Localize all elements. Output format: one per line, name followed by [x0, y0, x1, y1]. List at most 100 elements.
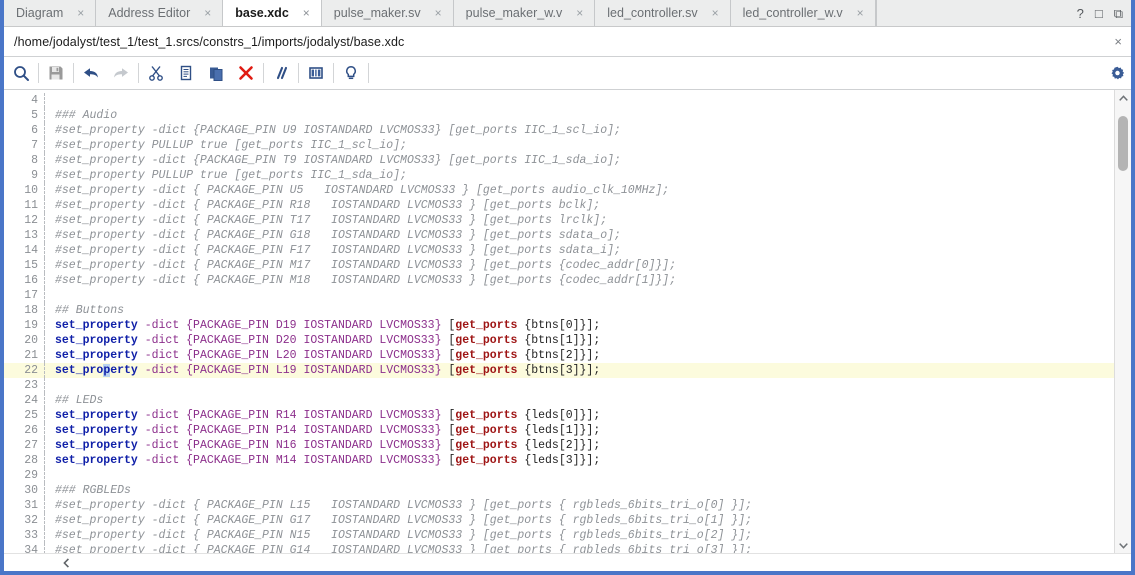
editor-tab-close-icon[interactable]: ×	[202, 7, 213, 19]
columns-icon[interactable]	[301, 59, 331, 87]
horizontal-scroll-track[interactable]	[74, 555, 1131, 571]
code-line[interactable]: 20 set_property -dict {PACKAGE_PIN D20 IO…	[4, 333, 1114, 348]
vertical-scrollbar[interactable]	[1114, 90, 1131, 553]
gutter-divider	[44, 438, 46, 453]
code-line[interactable]: 15#set_property -dict { PACKAGE_PIN M17 …	[4, 258, 1114, 273]
gutter-divider	[44, 198, 46, 213]
code-line[interactable]: 25set_property -dict {PACKAGE_PIN R14 IO…	[4, 408, 1114, 423]
gutter-divider	[44, 453, 46, 468]
editor-tab-base-xdc[interactable]: base.xdc×	[222, 0, 322, 26]
float-button[interactable]: ⧉	[1114, 7, 1123, 20]
code-line-content: set_property -dict {PACKAGE_PIN D20 IOST…	[55, 333, 600, 348]
delete-icon[interactable]	[231, 59, 261, 87]
code-line[interactable]: 7#set_property PULLUP true [get_ports II…	[4, 138, 1114, 153]
line-number: 30	[4, 483, 44, 498]
editor-tab-diagram[interactable]: Diagram×	[4, 0, 96, 26]
editor-tab-close-icon[interactable]: ×	[855, 7, 866, 19]
editor-tab-label: pulse_maker.sv	[334, 6, 421, 20]
undo-icon[interactable]	[76, 59, 106, 87]
maximize-button[interactable]: □	[1095, 7, 1103, 20]
toolbar-separator	[38, 63, 39, 83]
line-number: 23	[4, 378, 44, 393]
code-line[interactable]: 11#set_property -dict { PACKAGE_PIN R18 …	[4, 198, 1114, 213]
code-token: {leds[0]}];	[517, 409, 600, 422]
horizontal-scrollbar[interactable]	[4, 553, 1131, 571]
code-line[interactable]: 28set_property -dict {PACKAGE_PIN M14 IO…	[4, 453, 1114, 468]
editor-tab-close-icon[interactable]: ×	[75, 7, 86, 19]
code-token: [	[441, 424, 455, 437]
code-line[interactable]: 13#set_property -dict { PACKAGE_PIN G18 …	[4, 228, 1114, 243]
code-line[interactable]: 29	[4, 468, 1114, 483]
window-accent-rail-left	[0, 0, 4, 575]
code-line[interactable]: 14#set_property -dict { PACKAGE_PIN F17 …	[4, 243, 1114, 258]
vertical-scroll-thumb[interactable]	[1118, 116, 1128, 171]
code-token: -dict {PACKAGE_PIN M14 IOSTANDARD LVCMOS…	[138, 454, 442, 467]
code-line[interactable]: 26set_property -dict {PACKAGE_PIN P14 IO…	[4, 423, 1114, 438]
copy-icon[interactable]	[171, 59, 201, 87]
line-number: 25	[4, 408, 44, 423]
code-token: set_property	[55, 334, 138, 347]
code-token: #set_property PULLUP true [get_ports IIC…	[55, 139, 407, 152]
code-viewport[interactable]: 45### Audio6#set_property -dict {PACKAGE…	[4, 90, 1114, 553]
paste-icon[interactable]	[201, 59, 231, 87]
code-line[interactable]: 4	[4, 93, 1114, 108]
gutter-divider	[44, 228, 46, 243]
code-line[interactable]: 10#set_property -dict { PACKAGE_PIN U5 I…	[4, 183, 1114, 198]
file-path-bar: /home/jodalyst/test_1/test_1.srcs/constr…	[0, 27, 1135, 57]
code-line-content: #set_property -dict { PACKAGE_PIN M18 IO…	[55, 273, 676, 288]
hint-icon[interactable]	[336, 59, 366, 87]
code-line[interactable]: 18## Buttons	[4, 303, 1114, 318]
code-line[interactable]: 12#set_property -dict { PACKAGE_PIN T17 …	[4, 213, 1114, 228]
code-line[interactable]: 22set_property -dict {PACKAGE_PIN L19 IO…	[4, 363, 1114, 378]
redo-icon[interactable]	[106, 59, 136, 87]
gutter-divider	[44, 258, 46, 273]
code-line[interactable]: 30### RGBLEDs	[4, 483, 1114, 498]
code-line[interactable]: 5### Audio	[4, 108, 1114, 123]
code-line[interactable]: 33#set_property -dict { PACKAGE_PIN N15 …	[4, 528, 1114, 543]
gutter-divider	[44, 273, 46, 288]
help-button[interactable]: ?	[1077, 7, 1084, 20]
code-line[interactable]: 34#set_property -dict { PACKAGE_PIN G14 …	[4, 543, 1114, 553]
line-number: 29	[4, 468, 44, 483]
editor-tab-label: Address Editor	[108, 6, 190, 20]
code-text[interactable]: 45### Audio6#set_property -dict {PACKAGE…	[4, 90, 1114, 553]
code-line[interactable]: 16#set_property -dict { PACKAGE_PIN M18 …	[4, 273, 1114, 288]
code-line[interactable]: 9#set_property PULLUP true [get_ports II…	[4, 168, 1114, 183]
editor-tab-address-editor[interactable]: Address Editor ×	[96, 0, 223, 26]
scroll-left-arrow-icon[interactable]	[58, 555, 74, 571]
editor-tab-close-icon[interactable]: ×	[710, 7, 721, 19]
save-icon[interactable]	[41, 59, 71, 87]
code-line[interactable]: 27set_property -dict {PACKAGE_PIN N16 IO…	[4, 438, 1114, 453]
code-token: {leds[1]}];	[517, 424, 600, 437]
editor-tab-pulse-maker-w-v[interactable]: pulse_maker_w.v×	[454, 0, 596, 26]
code-line[interactable]: 31#set_property -dict { PACKAGE_PIN L15 …	[4, 498, 1114, 513]
scroll-down-arrow-icon[interactable]	[1115, 537, 1131, 553]
line-number: 20	[4, 333, 44, 348]
code-line[interactable]: 6#set_property -dict {PACKAGE_PIN U9 IOS…	[4, 123, 1114, 138]
scroll-up-arrow-icon[interactable]	[1115, 90, 1131, 106]
comment-icon[interactable]	[266, 59, 296, 87]
code-line[interactable]: 23	[4, 378, 1114, 393]
code-line[interactable]: 24## LEDs	[4, 393, 1114, 408]
line-number: 14	[4, 243, 44, 258]
code-line[interactable]: 19set_property -dict {PACKAGE_PIN D19 IO…	[4, 318, 1114, 333]
editor-tab-led-controller-w-v[interactable]: led_controller_w.v×	[731, 0, 876, 26]
find-icon[interactable]	[6, 59, 36, 87]
code-token: #set_property PULLUP true [get_ports IIC…	[55, 169, 407, 182]
cut-icon[interactable]	[141, 59, 171, 87]
editor-tab-close-icon[interactable]: ×	[433, 7, 444, 19]
editor-tab-led-controller-sv[interactable]: led_controller.sv×	[595, 0, 730, 26]
editor-tab-pulse-maker-sv[interactable]: pulse_maker.sv ×	[322, 0, 454, 26]
code-token: {leds[2]}];	[517, 439, 600, 452]
code-line[interactable]: 21set_property -dict {PACKAGE_PIN L20 IO…	[4, 348, 1114, 363]
editor-tab-close-icon[interactable]: ×	[301, 7, 312, 19]
code-line[interactable]: 17	[4, 288, 1114, 303]
code-line[interactable]: 8#set_property -dict {PACKAGE_PIN T9 IOS…	[4, 153, 1114, 168]
window-accent-rail-bottom	[0, 571, 1135, 575]
code-token: #set_property -dict { PACKAGE_PIN M18 IO…	[55, 274, 676, 287]
code-token: #set_property -dict { PACKAGE_PIN R18 IO…	[55, 199, 600, 212]
code-line-content: #set_property -dict {PACKAGE_PIN U9 IOST…	[55, 123, 621, 138]
code-line[interactable]: 32#set_property -dict { PACKAGE_PIN G17 …	[4, 513, 1114, 528]
editor-tab-close-icon[interactable]: ×	[574, 7, 585, 19]
line-number: 34	[4, 543, 44, 553]
